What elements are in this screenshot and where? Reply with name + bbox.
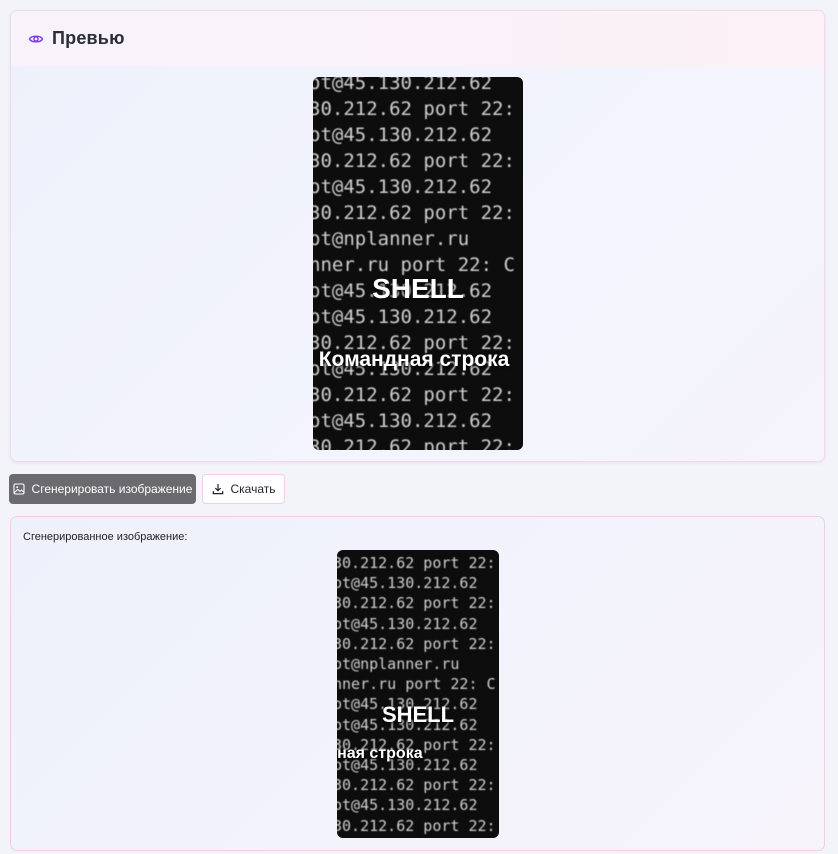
terminal-line: nner.ru port 22: C xyxy=(337,675,495,694)
terminal-line: 30.212.62 port 22: xyxy=(337,634,495,653)
terminal-line: 30.212.62 port 22: xyxy=(337,816,495,835)
terminal-line: ot@45.130.212.62 xyxy=(313,410,493,432)
eye-icon xyxy=(28,31,44,47)
terminal-line: ot@45.130.212.62 xyxy=(313,124,493,146)
generated-image: 30.212.62 port 22: ot@45.130.212.62 30.2… xyxy=(337,550,499,838)
terminal-line: 30.212.62 port 22: xyxy=(313,150,515,172)
terminal-line: ot@45.130.212.62 xyxy=(337,796,478,815)
image-heading: SHELL xyxy=(381,702,455,727)
download-icon xyxy=(212,484,223,495)
terminal-line: ot@45.130.212.62 xyxy=(313,77,493,94)
image-icon xyxy=(12,483,25,495)
image-heading: SHELL xyxy=(372,273,464,304)
terminal-lines: ot@45.130.212.62 30.212.62 port 22: ot@4… xyxy=(313,77,519,450)
generated-card: Сгенерированное изображение: 30.212.62 p… xyxy=(10,516,825,851)
terminal-line: 30.212.62 port 22: xyxy=(337,554,495,572)
download-button[interactable]: Скачать xyxy=(202,474,285,504)
terminal-lines: 30.212.62 port 22: ot@45.130.212.62 30.2… xyxy=(337,553,495,836)
image-subheading: Командная строка xyxy=(318,348,510,371)
terminal-line: ot@45.130.212.62 xyxy=(337,614,478,633)
terminal-line: ot@nplanner.ru xyxy=(313,228,470,250)
terminal-line: ot@45.130.212.62 xyxy=(313,176,493,198)
terminal-line: 30.212.62 port 22: xyxy=(313,202,515,224)
preview-card: Превью ot@45.130.212.62 30.212.62 port 2… xyxy=(10,10,825,462)
preview-image: ot@45.130.212.62 30.212.62 port 22: ot@4… xyxy=(313,77,523,450)
generate-button-label: Сгенерировать изображение xyxy=(31,482,193,496)
terminal-line: 30.212.62 port 22: xyxy=(313,98,515,120)
terminal-line: ot@45.130.212.62 xyxy=(337,574,478,593)
terminal-line: ot@nplanner.ru xyxy=(337,655,460,674)
terminal-line: ot@45.130.212.62 xyxy=(313,306,493,328)
terminal-line: 30.212.62 port 22: xyxy=(313,436,515,450)
page: Превью ot@45.130.212.62 30.212.62 port 2… xyxy=(0,0,838,854)
generated-label: Сгенерированное изображение: xyxy=(23,531,188,543)
generate-image-button[interactable]: Сгенерировать изображение xyxy=(9,474,196,504)
terminal-line: 30.212.62 port 22: xyxy=(337,594,495,613)
download-button-label: Скачать xyxy=(230,482,276,496)
preview-title: Превью xyxy=(52,28,125,48)
terminal-line: 30.212.62 port 22: xyxy=(313,384,515,406)
preview-header: Превью xyxy=(11,11,824,66)
terminal-line: 30.212.62 port 22: xyxy=(337,776,495,795)
image-subheading: Командная строка xyxy=(337,745,423,762)
